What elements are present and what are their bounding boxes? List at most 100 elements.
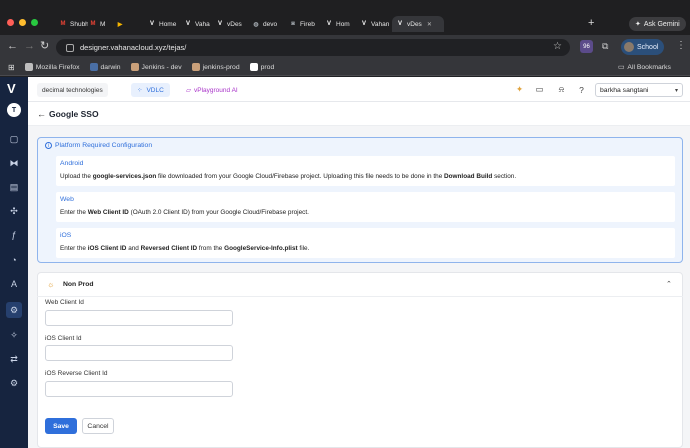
bookmark-item[interactable]: prod xyxy=(249,63,274,71)
gmail-icon: M xyxy=(60,21,66,27)
function-icon[interactable]: ƒ xyxy=(8,229,20,241)
reload-icon[interactable]: ↻ xyxy=(40,40,49,52)
browser-tab[interactable]: V Hom xyxy=(321,16,354,32)
vahana-icon: V xyxy=(326,21,331,27)
vahana-icon: V xyxy=(397,21,402,27)
site-info-icon[interactable] xyxy=(66,43,74,52)
bookmark-label: darwin xyxy=(100,63,121,71)
emphasis-text: google-services.json xyxy=(92,173,157,180)
all-bookmarks[interactable]: ▭ All Bookmarks xyxy=(618,63,671,72)
chevron-up-icon[interactable]: ⌃ xyxy=(666,280,672,288)
ai-sparkle-icon[interactable]: ✧ xyxy=(8,329,20,341)
profile-avatar xyxy=(624,42,634,52)
workspace-avatar[interactable]: T xyxy=(7,103,21,117)
env-title: Non Prod xyxy=(63,281,94,288)
help-icon[interactable]: ? xyxy=(576,84,587,95)
firebase-icon: ◙ xyxy=(291,21,295,27)
platform-description: Enter the Web Client ID (OAuth 2.0 Clien… xyxy=(60,209,309,216)
cancel-button[interactable]: Cancel xyxy=(82,418,114,434)
bookmark-item[interactable]: darwin xyxy=(89,63,121,71)
tab-title: Hom xyxy=(336,20,350,28)
browser-tab[interactable]: M Shubh xyxy=(55,16,89,32)
tab-title: M xyxy=(100,20,106,28)
theme-palette-icon[interactable]: ◔ xyxy=(8,254,20,266)
platform-card: Android Upload the google-services.json f… xyxy=(56,156,675,186)
forward-arrow-icon[interactable]: → xyxy=(24,40,35,52)
page-icon[interactable]: ▤ xyxy=(8,181,20,193)
meet-icon: ▶ xyxy=(117,21,123,28)
browser-tab[interactable]: ◙ Fireb xyxy=(285,16,318,32)
flow-icon[interactable]: ⧓ xyxy=(8,157,20,169)
tab-title: Home xyxy=(159,20,177,28)
bookmark-item[interactable]: jenkins-prod xyxy=(191,63,240,71)
bookmark-label: Jenkins - dev xyxy=(141,63,182,71)
emphasis-text: Web Client ID xyxy=(87,209,129,216)
bookmark-star-icon[interactable]: ☆ xyxy=(553,41,562,52)
browser-menu-icon[interactable]: ⋮ xyxy=(676,40,686,51)
emphasis-text: GoogleService-Info.plist xyxy=(224,245,298,252)
gemini-sparkle-icon: ✦ xyxy=(635,21,641,28)
emphasis-text: Download Build xyxy=(444,173,493,180)
jenkins-icon xyxy=(130,63,139,71)
ask-gemini-label: Ask Gemini xyxy=(643,20,680,28)
platform-name: Web xyxy=(60,196,74,203)
close-window-button[interactable] xyxy=(7,19,14,26)
maximize-window-button[interactable] xyxy=(31,19,38,26)
vahana-logo[interactable]: V xyxy=(7,81,16,96)
bookmark-item[interactable]: Mozilla Firefox xyxy=(24,63,80,71)
description-text: Enter the xyxy=(60,245,88,252)
playground-icon: ▱ xyxy=(186,87,191,94)
vahana-icon: V xyxy=(361,21,366,27)
description-text: Upload the xyxy=(60,173,93,180)
git-branch-icon[interactable]: ⇄ xyxy=(8,353,20,365)
vplayground-tab[interactable]: ▱ vPlayground AI xyxy=(186,83,238,97)
browser-window: M Shubh M M ▶ V Home V Vaha VvDes ◍ devo ◙ Fireb V Hom V… xyxy=(0,0,690,448)
vahana-icon xyxy=(249,63,258,71)
info-icon: i xyxy=(45,142,52,149)
save-button[interactable]: Save xyxy=(45,418,77,434)
browser-tab[interactable]: V Vahan xyxy=(356,16,389,32)
tab-title: Vahan xyxy=(371,20,389,28)
config-gear-icon[interactable]: ⚙ xyxy=(8,377,20,389)
browser-tab[interactable]: VvDes xyxy=(212,16,245,32)
back-arrow-icon[interactable]: ← xyxy=(37,109,46,119)
bookmark-item[interactable]: Jenkins - dev xyxy=(130,63,182,71)
api-icon[interactable]: ✣ xyxy=(8,205,20,217)
browser-tab[interactable]: V Home xyxy=(144,16,177,32)
vdlc-tab[interactable]: ⁘ VDLC xyxy=(131,83,170,97)
translate-icon[interactable]: A xyxy=(8,278,20,290)
d-icon xyxy=(89,63,98,71)
platform-card: Web Enter the Web Client ID (OAuth 2.0 Cl… xyxy=(56,192,675,222)
browser-tab[interactable]: ◍ devo xyxy=(248,16,281,32)
org-selector[interactable]: decimal technologies xyxy=(37,83,108,97)
bell-icon[interactable]: ⍾ xyxy=(556,84,567,95)
back-arrow-icon[interactable]: ← xyxy=(7,40,18,52)
gmail-icon: M xyxy=(90,21,96,27)
user-selector[interactable]: barkha sangtani ▾ xyxy=(595,83,683,97)
browser-tab[interactable]: VvDes ✕ xyxy=(392,16,444,32)
ask-gemini-button[interactable]: ✦ Ask Gemini xyxy=(629,17,686,31)
platform-name: iOS xyxy=(60,232,72,239)
chat-icon[interactable]: ▭ xyxy=(534,84,545,95)
tab-title: vDes xyxy=(227,20,242,28)
settings-gear-icon[interactable]: ⚙ xyxy=(6,302,22,318)
browser-tab[interactable]: ▶ xyxy=(112,16,138,32)
canvas-icon[interactable]: ▢ xyxy=(8,133,20,145)
ai-sparkle-icon[interactable]: ✦ xyxy=(514,84,525,95)
browser-tab[interactable]: V Vaha xyxy=(180,16,213,32)
tab-title: Vaha xyxy=(195,20,210,28)
profile-button[interactable]: School xyxy=(621,39,665,55)
minimize-window-button[interactable] xyxy=(19,19,26,26)
form-header[interactable] xyxy=(37,272,683,297)
address-bar[interactable]: designer.vahanacloud.xyz/tejas/ xyxy=(56,39,570,56)
description-text: (OAuth 2.0 Client ID) from your Google C… xyxy=(128,209,309,216)
ios-reverse-client-id-input[interactable] xyxy=(45,381,233,397)
web-client-id-input[interactable] xyxy=(45,310,233,326)
extension-badge[interactable]: 96 xyxy=(580,40,593,53)
close-tab-icon[interactable]: ✕ xyxy=(427,21,432,28)
extensions-puzzle-icon[interactable]: ⧉ xyxy=(602,41,608,52)
apps-grid-icon[interactable]: ⊞ xyxy=(8,63,15,72)
ios-client-id-input[interactable] xyxy=(45,345,233,361)
new-tab-plus-icon[interactable]: + xyxy=(588,17,594,29)
tab-title: devo xyxy=(263,20,278,28)
